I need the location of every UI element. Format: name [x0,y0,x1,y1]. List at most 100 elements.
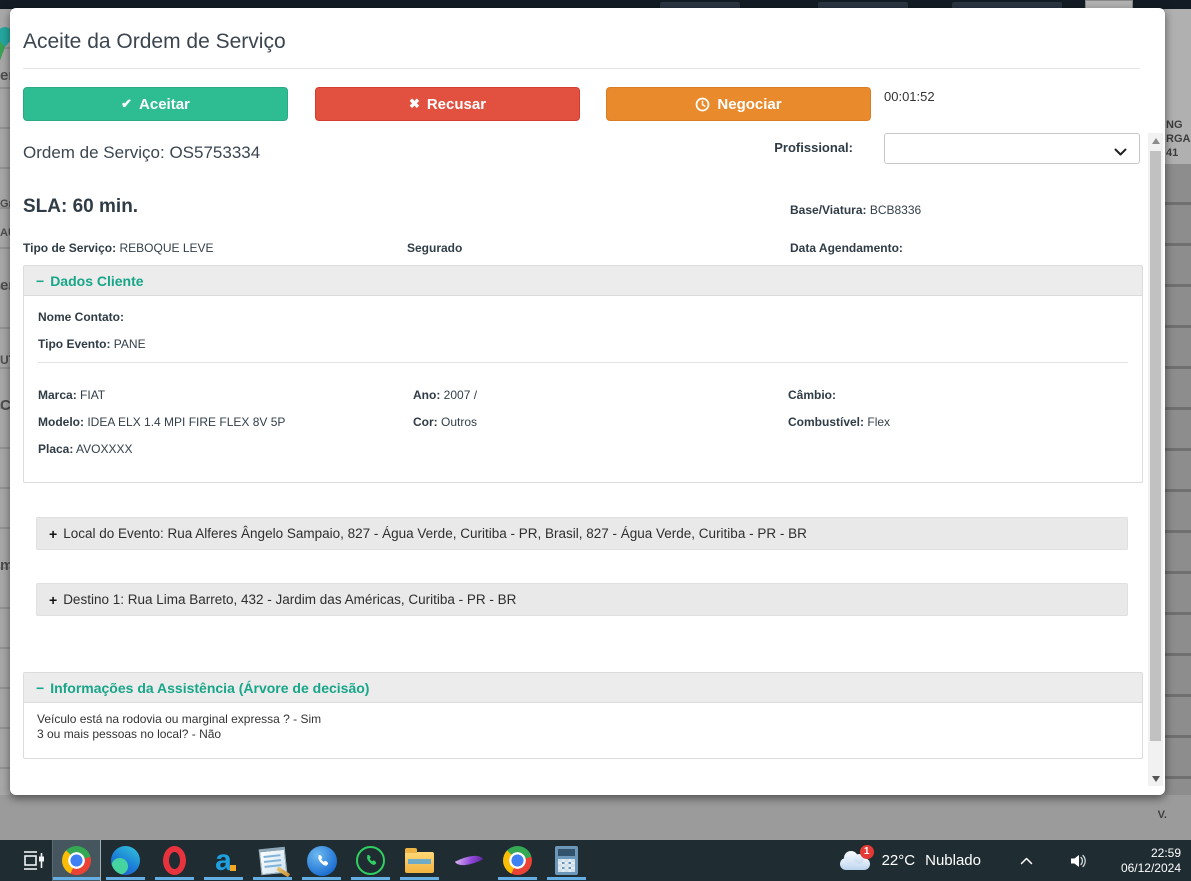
a-browser-icon: a [209,846,239,876]
scroll-up-arrow[interactable] [1148,133,1163,148]
phone-app-icon [307,846,337,876]
taskbar-clock[interactable]: 22:59 06/12/2024 [1111,846,1181,876]
cor-value: Outros [441,415,477,429]
inner-divider [38,362,1128,363]
base-viatura-value: BCB8336 [870,203,921,217]
placa-value: AVOXXXX [76,442,132,456]
clock-icon [695,97,710,112]
dados-cliente-body: Nome Contato: Tipo Evento: PANE Marca: F… [24,296,1142,483]
refuse-button-label: Recusar [427,96,486,113]
ano-label: Ano: [413,388,440,402]
order-number-text: Ordem de Serviço: OS5753334 [23,143,260,163]
decision-line: 3 ou mais pessoas no local? - Não [37,727,1129,742]
local-evento-expander[interactable]: + Local do Evento: Rua Alferes Ângelo Sa… [36,517,1128,550]
dimmed-page-left-edge: er Gr AU er UT C m g [0,9,10,840]
taskbar-app-a-browser[interactable]: a [199,840,248,881]
sla-text: SLA: 60 min. [23,196,138,218]
base-viatura-field: Base/Viatura: BCB8336 [790,203,921,217]
screen: er Gr AU er UT C m g NG RGA 41 V. Aceite… [0,0,1191,881]
dados-cliente-title: Dados Cliente [50,273,143,289]
scroll-down-arrow[interactable] [1148,771,1163,786]
tray-chevron-up-icon[interactable] [1007,840,1045,881]
taskbar-app-chrome[interactable] [52,840,101,881]
segurado-label: Segurado [407,241,462,255]
marca-field: Marca: FIAT [38,388,105,402]
placa-field: Placa: AVOXXXX [38,442,133,456]
negotiate-button[interactable]: Negociar [606,87,871,121]
chrome-icon [503,846,532,875]
dimmed-page-bottom-strip [0,795,1191,840]
tipo-servico-field: Tipo de Serviço: REBOQUE LEVE [23,241,214,255]
modelo-field: Modelo: IDEA ELX 1.4 MPI FIRE FLEX 8V 5P [38,415,285,429]
local-evento-text: Local do Evento: Rua Alferes Ângelo Samp… [63,526,807,541]
edge-icon [111,846,140,875]
taskbar-app-edge[interactable] [101,840,150,881]
assistencia-header[interactable]: − Informações da Assistência (Árvore de … [24,673,1142,703]
modal-scrollbar[interactable] [1148,133,1163,786]
modal-title: Aceite da Ordem de Serviço [23,30,286,54]
marca-label: Marca: [38,388,77,402]
assistencia-title: Informações da Assistência (Árvore de de… [50,680,369,696]
tipo-evento-value: PANE [114,337,146,351]
speaker-icon[interactable] [1059,840,1097,881]
taskbar-app-opera[interactable] [150,840,199,881]
ano-field: Ano: 2007 / [413,388,477,402]
refuse-button[interactable]: ✖ Recusar [315,87,580,121]
collapse-minus-icon: − [36,273,44,289]
task-view-icon[interactable] [14,840,52,881]
bg-text-fragment: RGA [1166,133,1190,146]
whatsapp-icon [356,846,385,875]
taskbar-app-chrome-2[interactable] [493,840,542,881]
assistencia-body: Veículo está na rodovia ou marginal expr… [24,703,1142,751]
taskbar-app-lightshot[interactable] [444,840,493,881]
bg-text-fragment: NG [1166,119,1183,132]
data-agendamento-field: Data Agendamento: [790,241,903,255]
modelo-value: IDEA ELX 1.4 MPI FIRE FLEX 8V 5P [87,415,285,429]
cross-icon: ✖ [409,96,420,112]
taskbar-app-file-explorer[interactable] [395,840,444,881]
system-tray: 1 22°C Nublado 22:59 06/12/2024 [838,840,1191,881]
dados-cliente-panel: − Dados Cliente Nome Contato: Tipo Event… [23,265,1143,483]
marca-value: FIAT [80,388,105,402]
cloud-weather-icon: 1 [838,849,872,873]
taskbar-app-phone[interactable] [297,840,346,881]
calculator-icon [555,846,578,875]
assistencia-panel: − Informações da Assistência (Árvore de … [23,672,1143,759]
taskbar-app-whatsapp[interactable] [346,840,395,881]
professional-select[interactable] [884,133,1140,164]
chrome-icon [62,846,91,875]
cambio-field: Câmbio: [788,388,836,402]
service-order-accept-modal: Aceite da Ordem de Serviço ✔ Aceitar ✖ R… [10,8,1165,795]
destino1-text: Destino 1: Rua Lima Barreto, 432 - Jardi… [63,592,516,607]
tipo-evento-label: Tipo Evento: [38,337,110,351]
professional-label: Profissional: [710,140,853,155]
cor-label: Cor: [413,415,438,429]
windows-taskbar: a [0,840,1191,881]
cambio-label: Câmbio: [788,388,836,402]
weather-widget[interactable]: 1 22°C Nublado [838,849,981,873]
collapse-minus-icon: − [36,680,44,696]
decision-line: Veículo está na rodovia ou marginal expr… [37,712,1129,727]
scrollbar-thumb[interactable] [1150,151,1161,741]
dados-cliente-header[interactable]: − Dados Cliente [24,266,1142,296]
weather-temperature: 22°C [882,852,916,869]
nome-contato-label: Nome Contato: [38,310,124,324]
tipo-servico-label: Tipo de Serviço: [23,241,116,255]
notification-badge: 1 [860,845,874,859]
base-viatura-label: Base/Viatura: [790,203,866,217]
clock-time: 22:59 [1111,846,1181,861]
tipo-evento-field: Tipo Evento: PANE [38,337,146,351]
bg-text-fragment: 41 [1166,147,1178,160]
taskbar-app-calculator[interactable] [542,840,591,881]
weather-condition: Nublado [925,852,981,869]
nome-contato-field: Nome Contato: [38,310,124,324]
taskbar-app-notepad[interactable] [248,840,297,881]
countdown-timer: 00:01:52 [884,89,935,104]
cor-field: Cor: Outros [413,415,477,429]
combustivel-label: Combustível: [788,415,864,429]
placa-label: Placa: [38,442,73,456]
check-icon: ✔ [121,96,132,112]
destino1-expander[interactable]: + Destino 1: Rua Lima Barreto, 432 - Jar… [36,583,1128,616]
accept-button[interactable]: ✔ Aceitar [23,87,288,121]
title-divider [23,68,1140,69]
